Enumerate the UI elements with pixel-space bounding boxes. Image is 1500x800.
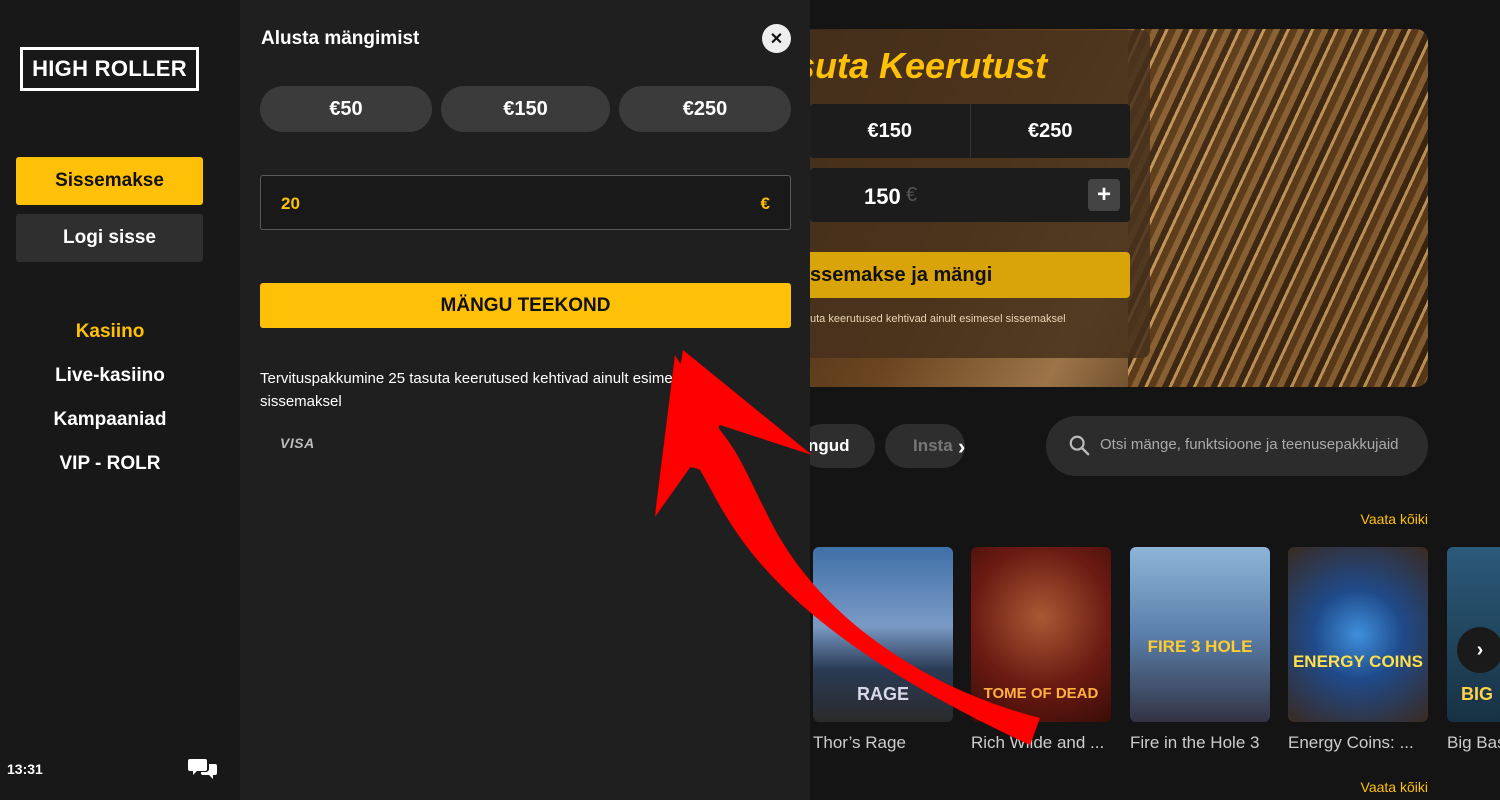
main-nav: Kasiino Live-kasiino Kampaaniad VIP - RO… — [0, 318, 220, 494]
nav-item-live-casino[interactable]: Live-kasiino — [0, 362, 220, 406]
search-bar[interactable]: Otsi mänge, funktsioone ja teenusepakkuj… — [1046, 416, 1428, 476]
nav-item-promotions[interactable]: Kampaaniad — [0, 406, 220, 450]
preset-amount-250[interactable]: €250 — [619, 86, 791, 132]
bonus-note: Tervituspakkumine 25 tasuta keerutused k… — [260, 370, 692, 410]
preset-amount-50[interactable]: €50 — [260, 86, 432, 132]
deposit-panel: Alusta mängimist ✕ €50 €150 €250 20 € MÄ… — [240, 0, 810, 800]
promo-title: suta Keerutust — [795, 45, 1048, 86]
chat-icon[interactable] — [188, 756, 218, 782]
nav-item-casino[interactable]: Kasiino — [0, 318, 220, 362]
carousel-next-button[interactable]: › — [1457, 627, 1500, 673]
game-title[interactable]: Rich Wilde and ... — [971, 733, 1116, 753]
search-icon — [1069, 435, 1090, 456]
game-art-text: TOME OF DEAD — [983, 685, 1099, 702]
game-art-text: FIRE 3 HOLE — [1147, 637, 1253, 656]
see-all-link[interactable]: Vaata kõiki — [1361, 779, 1428, 795]
clock: 13:31 — [7, 761, 43, 777]
amount-input[interactable]: 20 € — [260, 175, 791, 230]
login-button[interactable]: Logi sisse — [16, 214, 203, 262]
promo-background-art — [1128, 29, 1428, 387]
stepper-unit: € — [906, 184, 918, 206]
see-all-link[interactable]: Vaata kõiki — [1361, 511, 1428, 527]
preset-amount-150[interactable]: €150 — [441, 86, 610, 132]
sidebar: HIGH ROLLER Sissemakse Logi sisse Kasiin… — [0, 0, 240, 800]
promo-amount-option[interactable]: €150 — [810, 104, 970, 158]
chevron-right-icon[interactable]: › — [958, 434, 965, 460]
play-journey-button[interactable]: MÄNGU TEEKOND — [260, 283, 791, 328]
game-title[interactable]: Energy Coins: ... — [1288, 733, 1433, 753]
currency-symbol: € — [760, 194, 770, 213]
close-icon[interactable]: ✕ — [762, 24, 791, 53]
promo-amount-stepper[interactable]: 150 € + — [810, 168, 1130, 222]
game-tile[interactable]: ENERGY COINS — [1288, 547, 1428, 722]
promo-amount-option[interactable]: €250 — [969, 104, 1131, 158]
promo-amount-options: €150 €250 — [810, 104, 1130, 158]
game-tile[interactable]: FIRE 3 HOLE — [1130, 547, 1270, 722]
game-title[interactable]: Big Bas — [1447, 733, 1500, 753]
game-title[interactable]: Fire in the Hole 3 — [1130, 733, 1275, 753]
game-tile[interactable]: TOME OF DEAD — [971, 547, 1111, 722]
deposit-button[interactable]: Sissemakse — [16, 157, 203, 205]
stepper-value: 150 — [864, 184, 901, 209]
filter-chip[interactable]: Insta — [885, 424, 965, 468]
amount-value: 20 — [281, 194, 300, 213]
stepper-plus-button[interactable]: + — [1088, 179, 1120, 211]
game-art-text: RAGE — [856, 684, 909, 704]
panel-title: Alusta mängimist — [261, 28, 420, 49]
game-art-text: BIG — [1460, 684, 1493, 704]
visa-logo: VISA — [280, 435, 315, 451]
chevron-right-icon: › — [1476, 638, 1484, 661]
logo[interactable]: HIGH ROLLER — [20, 47, 199, 91]
game-title[interactable]: Thor’s Rage — [813, 733, 958, 753]
game-tile[interactable]: RAGE — [813, 547, 953, 722]
game-art-text: ENERGY COINS — [1292, 652, 1424, 671]
promo-note: uta keerutused kehtivad ainult esimesel … — [810, 313, 1066, 325]
promo-deposit-play-button[interactable]: ssemakse ja mängi — [790, 252, 1130, 298]
nav-item-vip[interactable]: VIP - ROLR — [0, 450, 220, 494]
search-input[interactable]: Otsi mänge, funktsioone ja teenusepakkuj… — [1100, 436, 1399, 453]
filter-chip[interactable]: ngud — [800, 424, 875, 468]
